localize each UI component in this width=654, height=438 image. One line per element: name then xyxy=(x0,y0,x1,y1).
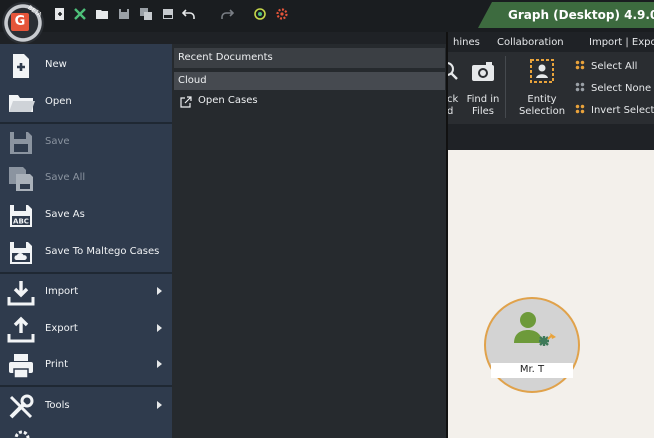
svg-text:ABC: ABC xyxy=(13,218,29,226)
printer-icon xyxy=(7,352,35,380)
select-none-label: Select None xyxy=(591,83,652,94)
invert-selection-label: Invert Selectio xyxy=(591,105,654,116)
tab-collaboration[interactable]: Collaboration xyxy=(497,37,564,48)
tab-machines[interactable]: hines xyxy=(453,37,480,48)
select-none-button[interactable]: Select None xyxy=(575,82,651,94)
menu-item-new-label: New xyxy=(45,59,67,70)
ribbon-tab-bar: hines Collaboration Import | Expo xyxy=(447,32,654,52)
open-folder-icon[interactable] xyxy=(94,7,110,23)
entity-selection-label-line2: Selection xyxy=(518,106,566,117)
external-link-icon xyxy=(180,96,192,108)
recent-documents-title: Recent Documents xyxy=(178,52,273,63)
save-as-icon[interactable] xyxy=(160,7,176,23)
submenu-arrow-icon xyxy=(157,324,162,332)
ribbon-toolbar: ck d Find in Files Entity Selection Sele… xyxy=(440,52,654,124)
find-in-files-icon xyxy=(471,60,495,84)
ribbon-separator xyxy=(505,56,506,118)
menu-item-open[interactable]: Open xyxy=(0,85,172,121)
save-as-icon: ABC xyxy=(7,202,35,230)
new-document-icon xyxy=(7,52,35,80)
menu-item-save-to-cases[interactable]: Save To Maltego Cases xyxy=(0,235,172,271)
undo-icon[interactable] xyxy=(181,7,198,23)
menu-separator xyxy=(0,122,172,124)
submenu-arrow-icon xyxy=(157,360,162,368)
find-in-files-label-line1: Find in xyxy=(466,94,500,105)
entity-selection-button[interactable]: Entity Selection xyxy=(517,94,567,118)
redo-icon[interactable] xyxy=(218,7,235,23)
save-disk-icon xyxy=(7,129,35,157)
export-upload-icon xyxy=(7,316,35,344)
save-all-disks-icon xyxy=(7,165,35,193)
menu-item-save[interactable]: Save xyxy=(0,125,172,161)
entity-selection-icon xyxy=(529,58,555,84)
select-all-label: Select All xyxy=(591,61,638,72)
menu-item-save-all-label: Save All xyxy=(45,172,86,183)
app-logo-letter: G xyxy=(11,13,29,31)
menu-item-open-label: Open xyxy=(45,96,72,107)
menu-separator xyxy=(0,272,172,274)
import-download-icon xyxy=(7,279,35,307)
find-in-files-label-line2: Files xyxy=(472,106,494,117)
extra-menu-icon xyxy=(12,428,32,438)
toolbar-strip xyxy=(447,124,654,150)
settings-gear-icon[interactable] xyxy=(274,7,290,23)
entity-selection-label-line1: Entity xyxy=(527,94,557,105)
menu-item-save-all[interactable]: Save All xyxy=(0,161,172,197)
menu-item-export-label: Export xyxy=(45,323,78,334)
cloud-section-title: Cloud xyxy=(178,75,207,86)
graph-canvas[interactable] xyxy=(447,150,654,438)
menu-item-import-label: Import xyxy=(45,286,79,297)
find-in-files-button[interactable]: Find in Files xyxy=(463,94,503,118)
window-title: Graph (Desktop) 4.9.0 B xyxy=(508,8,654,22)
app-logo-button[interactable]: G BETA xyxy=(2,2,44,44)
select-all-button[interactable]: Select All xyxy=(575,60,637,72)
menu-item-import[interactable]: Import xyxy=(0,275,172,311)
menu-item-save-label: Save xyxy=(45,136,70,147)
menu-item-save-to-cases-label: Save To Maltego Cases xyxy=(45,246,160,257)
menu-item-tools-label: Tools xyxy=(45,400,70,411)
open-cases-label: Open Cases xyxy=(198,95,258,106)
entity-label[interactable]: Mr. T xyxy=(491,364,573,375)
panel-border xyxy=(446,32,448,438)
new-entity-icon[interactable] xyxy=(72,7,88,23)
tab-import-export[interactable]: Import | Expo xyxy=(589,37,654,48)
invert-selection-icon xyxy=(575,104,585,114)
menu-item-print[interactable]: Print xyxy=(0,348,172,384)
submenu-arrow-icon xyxy=(157,401,162,409)
layout-icon[interactable] xyxy=(252,7,268,23)
tools-wrench-icon xyxy=(7,393,35,421)
menu-item-export[interactable]: Export xyxy=(0,312,172,348)
quick-find-label-line1: ck xyxy=(447,94,459,105)
submenu-arrow-icon xyxy=(157,287,162,295)
quick-find-button[interactable]: ck d xyxy=(447,94,459,118)
menu-item-save-as-label: Save As xyxy=(45,209,85,220)
menu-item-save-as[interactable]: ABC Save As xyxy=(0,198,172,234)
menu-separator xyxy=(0,385,172,387)
graph-entity-node[interactable] xyxy=(484,297,580,393)
open-folder-icon xyxy=(7,89,35,117)
select-none-icon xyxy=(575,82,585,92)
new-graph-icon[interactable] xyxy=(52,7,68,23)
save-all-icon[interactable] xyxy=(138,7,154,23)
menu-item-new[interactable]: New xyxy=(0,48,172,84)
menu-item-tools[interactable]: Tools xyxy=(0,389,172,425)
recent-documents-header: Recent Documents xyxy=(174,48,445,68)
save-icon[interactable] xyxy=(116,7,132,23)
menu-item-print-label: Print xyxy=(45,359,69,370)
cloud-section-header: Cloud xyxy=(174,72,445,90)
select-all-icon xyxy=(575,60,585,70)
person-entity-icon xyxy=(510,309,558,355)
save-to-cloud-icon xyxy=(7,239,35,267)
quick-find-label-line2: d xyxy=(447,106,454,117)
invert-selection-button[interactable]: Invert Selectio xyxy=(575,104,654,116)
